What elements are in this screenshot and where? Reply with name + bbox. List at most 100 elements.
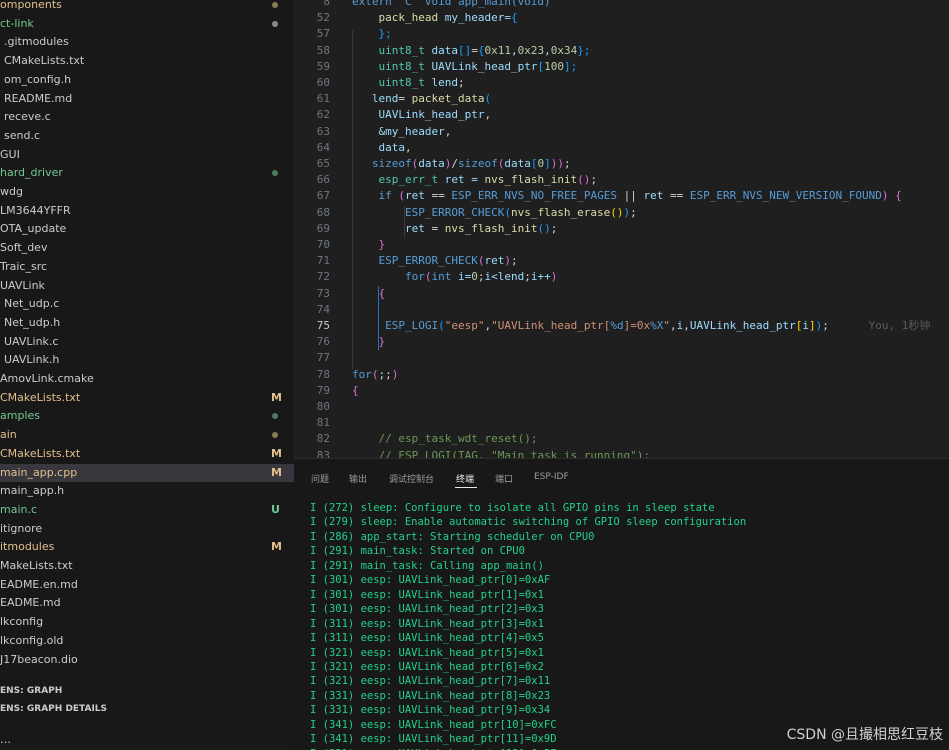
code-line: 81 bbox=[294, 415, 949, 431]
tree-item[interactable]: amples bbox=[0, 407, 294, 425]
tree-item-label: EADME.md bbox=[0, 596, 61, 610]
code-text: esp_err_t ret = nvs_flash_init(); bbox=[378, 173, 598, 187]
tree-item-label: Soft_dev bbox=[0, 241, 48, 255]
tree-item-label: J17beacon.dio bbox=[0, 652, 78, 666]
line-number: 72 bbox=[316, 270, 330, 284]
git-status-badge: M bbox=[271, 540, 282, 554]
panel-tab[interactable]: 调试控制台 bbox=[389, 472, 434, 485]
code-text: }; bbox=[378, 27, 392, 41]
tree-item[interactable]: J17beacon.dio bbox=[0, 651, 294, 669]
tree-item[interactable]: receve.c bbox=[0, 108, 294, 126]
tree-item-label: Net_udp.h bbox=[4, 315, 61, 329]
tree-item[interactable]: ain bbox=[0, 426, 294, 444]
tree-item-label: wdg bbox=[0, 185, 23, 198]
code-line: 66 esp_err_t ret = nvs_flash_init(); bbox=[294, 172, 949, 188]
code-text: pack_head my_header={ bbox=[378, 11, 518, 25]
tree-item-label: README.md bbox=[4, 91, 73, 105]
terminal-line: I (291) main_task: Started on CPU0 bbox=[310, 545, 525, 558]
code-line: 77 bbox=[294, 350, 949, 366]
line-number: 8 bbox=[323, 0, 330, 8]
code-line: 75 ESP_LOGI("eesp","UAVLink_head_ptr[%d]… bbox=[294, 318, 949, 334]
code-line: 68 ESP_ERROR_CHECK(nvs_flash_erase()); bbox=[294, 205, 949, 221]
tree-item[interactable]: CMakeLists.txt M bbox=[0, 389, 294, 407]
watermark: CSDN @且撮相思红豆枝 bbox=[786, 727, 943, 743]
line-number: 61 bbox=[316, 92, 330, 106]
tree-item[interactable]: CMakeLists.txt bbox=[0, 52, 294, 70]
terminal-line: I (279) sleep: Enable automatic switchin… bbox=[310, 516, 747, 529]
line-number: 78 bbox=[316, 367, 330, 381]
tree-item[interactable]: ct-link bbox=[0, 15, 294, 33]
tree-item[interactable]: OTA_update bbox=[0, 220, 294, 238]
code-text: } bbox=[378, 335, 386, 349]
tree-item[interactable]: UAVLink.h bbox=[0, 351, 294, 369]
tree-item[interactable]: MakeLists.txt bbox=[0, 557, 294, 575]
tree-item[interactable]: wdg bbox=[0, 183, 294, 201]
tree-item[interactable]: main.c U bbox=[0, 501, 294, 519]
explorer-sidebar: omponents ct-link .gitmodules CMakeLists.tx… bbox=[0, 0, 294, 749]
code-text: extern "C" void app_main(void) bbox=[352, 0, 551, 8]
terminal-line: I (321) eesp: UAVLink_head_ptr[5]=0x1 bbox=[310, 646, 544, 659]
tree-item[interactable]: hard_driver bbox=[0, 164, 294, 182]
tree-item[interactable]: README.md bbox=[0, 90, 294, 108]
tree-item-label: UAVLink.c bbox=[4, 334, 59, 348]
line-number: 82 bbox=[316, 432, 330, 446]
line-number: 79 bbox=[316, 383, 330, 397]
tree-item[interactable]: Traic_src bbox=[0, 258, 294, 276]
section-header-graph-details[interactable]: ENS: GRAPH DETAILS bbox=[0, 700, 294, 718]
code-line: 78 for(;;) bbox=[294, 367, 949, 383]
tree-item[interactable]: GUI bbox=[0, 146, 294, 164]
line-number: 67 bbox=[316, 189, 330, 203]
tree-item[interactable]: send.c bbox=[0, 127, 294, 145]
tree-item[interactable]: itignore bbox=[0, 520, 294, 538]
tree-item[interactable]: LM3644YFFR bbox=[0, 202, 294, 220]
code-text: lend= packet_data( bbox=[371, 92, 492, 106]
git-status-badge: M bbox=[271, 390, 282, 404]
tree-item[interactable]: CMakeLists.txt M bbox=[0, 445, 294, 463]
panel-tab[interactable]: 终端 bbox=[456, 472, 474, 485]
tree-item[interactable]: lkconfig bbox=[0, 613, 294, 631]
tree-item[interactable]: main_app.h bbox=[0, 482, 294, 500]
tree-item[interactable]: EADME.md bbox=[0, 594, 294, 612]
git-status-dot-icon bbox=[272, 20, 278, 27]
line-number: 57 bbox=[316, 27, 330, 41]
code-text: ESP_LOGI("eesp","UAVLink_head_ptr[%d]=0x… bbox=[385, 319, 931, 332]
tree-item[interactable]: .gitmodules bbox=[0, 33, 294, 51]
tree-item[interactable]: omponents bbox=[0, 0, 294, 14]
panel-tab[interactable]: ESP-IDF bbox=[534, 472, 569, 482]
panel-tab[interactable]: 问题 bbox=[311, 472, 329, 485]
tree-item-label: receve.c bbox=[4, 110, 51, 124]
panel-tab[interactable]: 端口 bbox=[495, 472, 513, 485]
tree-item[interactable]: itmodules M bbox=[0, 538, 294, 556]
tree-item[interactable]: EADME.en.md bbox=[0, 576, 294, 594]
section-header-graph[interactable]: ENS: GRAPH bbox=[0, 682, 294, 700]
code-text: ESP_ERROR_CHECK(ret); bbox=[378, 254, 518, 268]
terminal-line: I (311) eesp: UAVLink_head_ptr[4]=0x5 bbox=[310, 632, 544, 645]
tree-item-label: Traic_src bbox=[0, 259, 48, 273]
line-number: 73 bbox=[316, 286, 330, 300]
tree-item[interactable]: om_config.h bbox=[0, 71, 294, 89]
git-status-dot-icon bbox=[272, 432, 278, 439]
tree-item-label: CMakeLists.txt bbox=[0, 446, 81, 460]
code-line: 59 uint8_t UAVLink_head_ptr[100]; bbox=[294, 59, 949, 75]
code-text: uint8_t UAVLink_head_ptr[100]; bbox=[378, 59, 578, 73]
line-number: 64 bbox=[316, 140, 330, 154]
tree-item[interactable]: AmovLink.cmake bbox=[0, 370, 294, 388]
terminal-line: I (341) eesp: UAVLink_head_ptr[11]=0x9D bbox=[310, 733, 557, 746]
tree-item[interactable]: main_app.cpp M bbox=[0, 463, 294, 482]
code-line: 71 ESP_ERROR_CHECK(ret); bbox=[294, 253, 949, 269]
tree-item[interactable]: Net_udp.h bbox=[0, 314, 294, 332]
section-header-label: ENS: GRAPH bbox=[0, 686, 63, 696]
panel-tab[interactable]: 输出 bbox=[349, 472, 367, 485]
code-line: 73 { bbox=[294, 286, 949, 302]
tree-item[interactable]: UAVLink bbox=[0, 277, 294, 295]
terminal-line: I (331) eesp: UAVLink_head_ptr[9]=0x34 bbox=[310, 704, 551, 717]
tree-item-label: hard_driver bbox=[0, 166, 63, 180]
tree-item[interactable]: Net_udp.c bbox=[0, 295, 294, 313]
code-line: 63 &my_header, bbox=[294, 124, 949, 140]
tree-item[interactable]: lkconfig.old bbox=[0, 632, 294, 650]
tree-item[interactable]: UAVLink.c bbox=[0, 333, 294, 351]
tree-item[interactable]: Soft_dev bbox=[0, 239, 294, 257]
active-tab-indicator bbox=[455, 487, 477, 488]
line-number: 68 bbox=[316, 205, 330, 219]
code-editor[interactable]: 8 extern "C" void app_main(void) 52 pack_h… bbox=[294, 0, 949, 458]
